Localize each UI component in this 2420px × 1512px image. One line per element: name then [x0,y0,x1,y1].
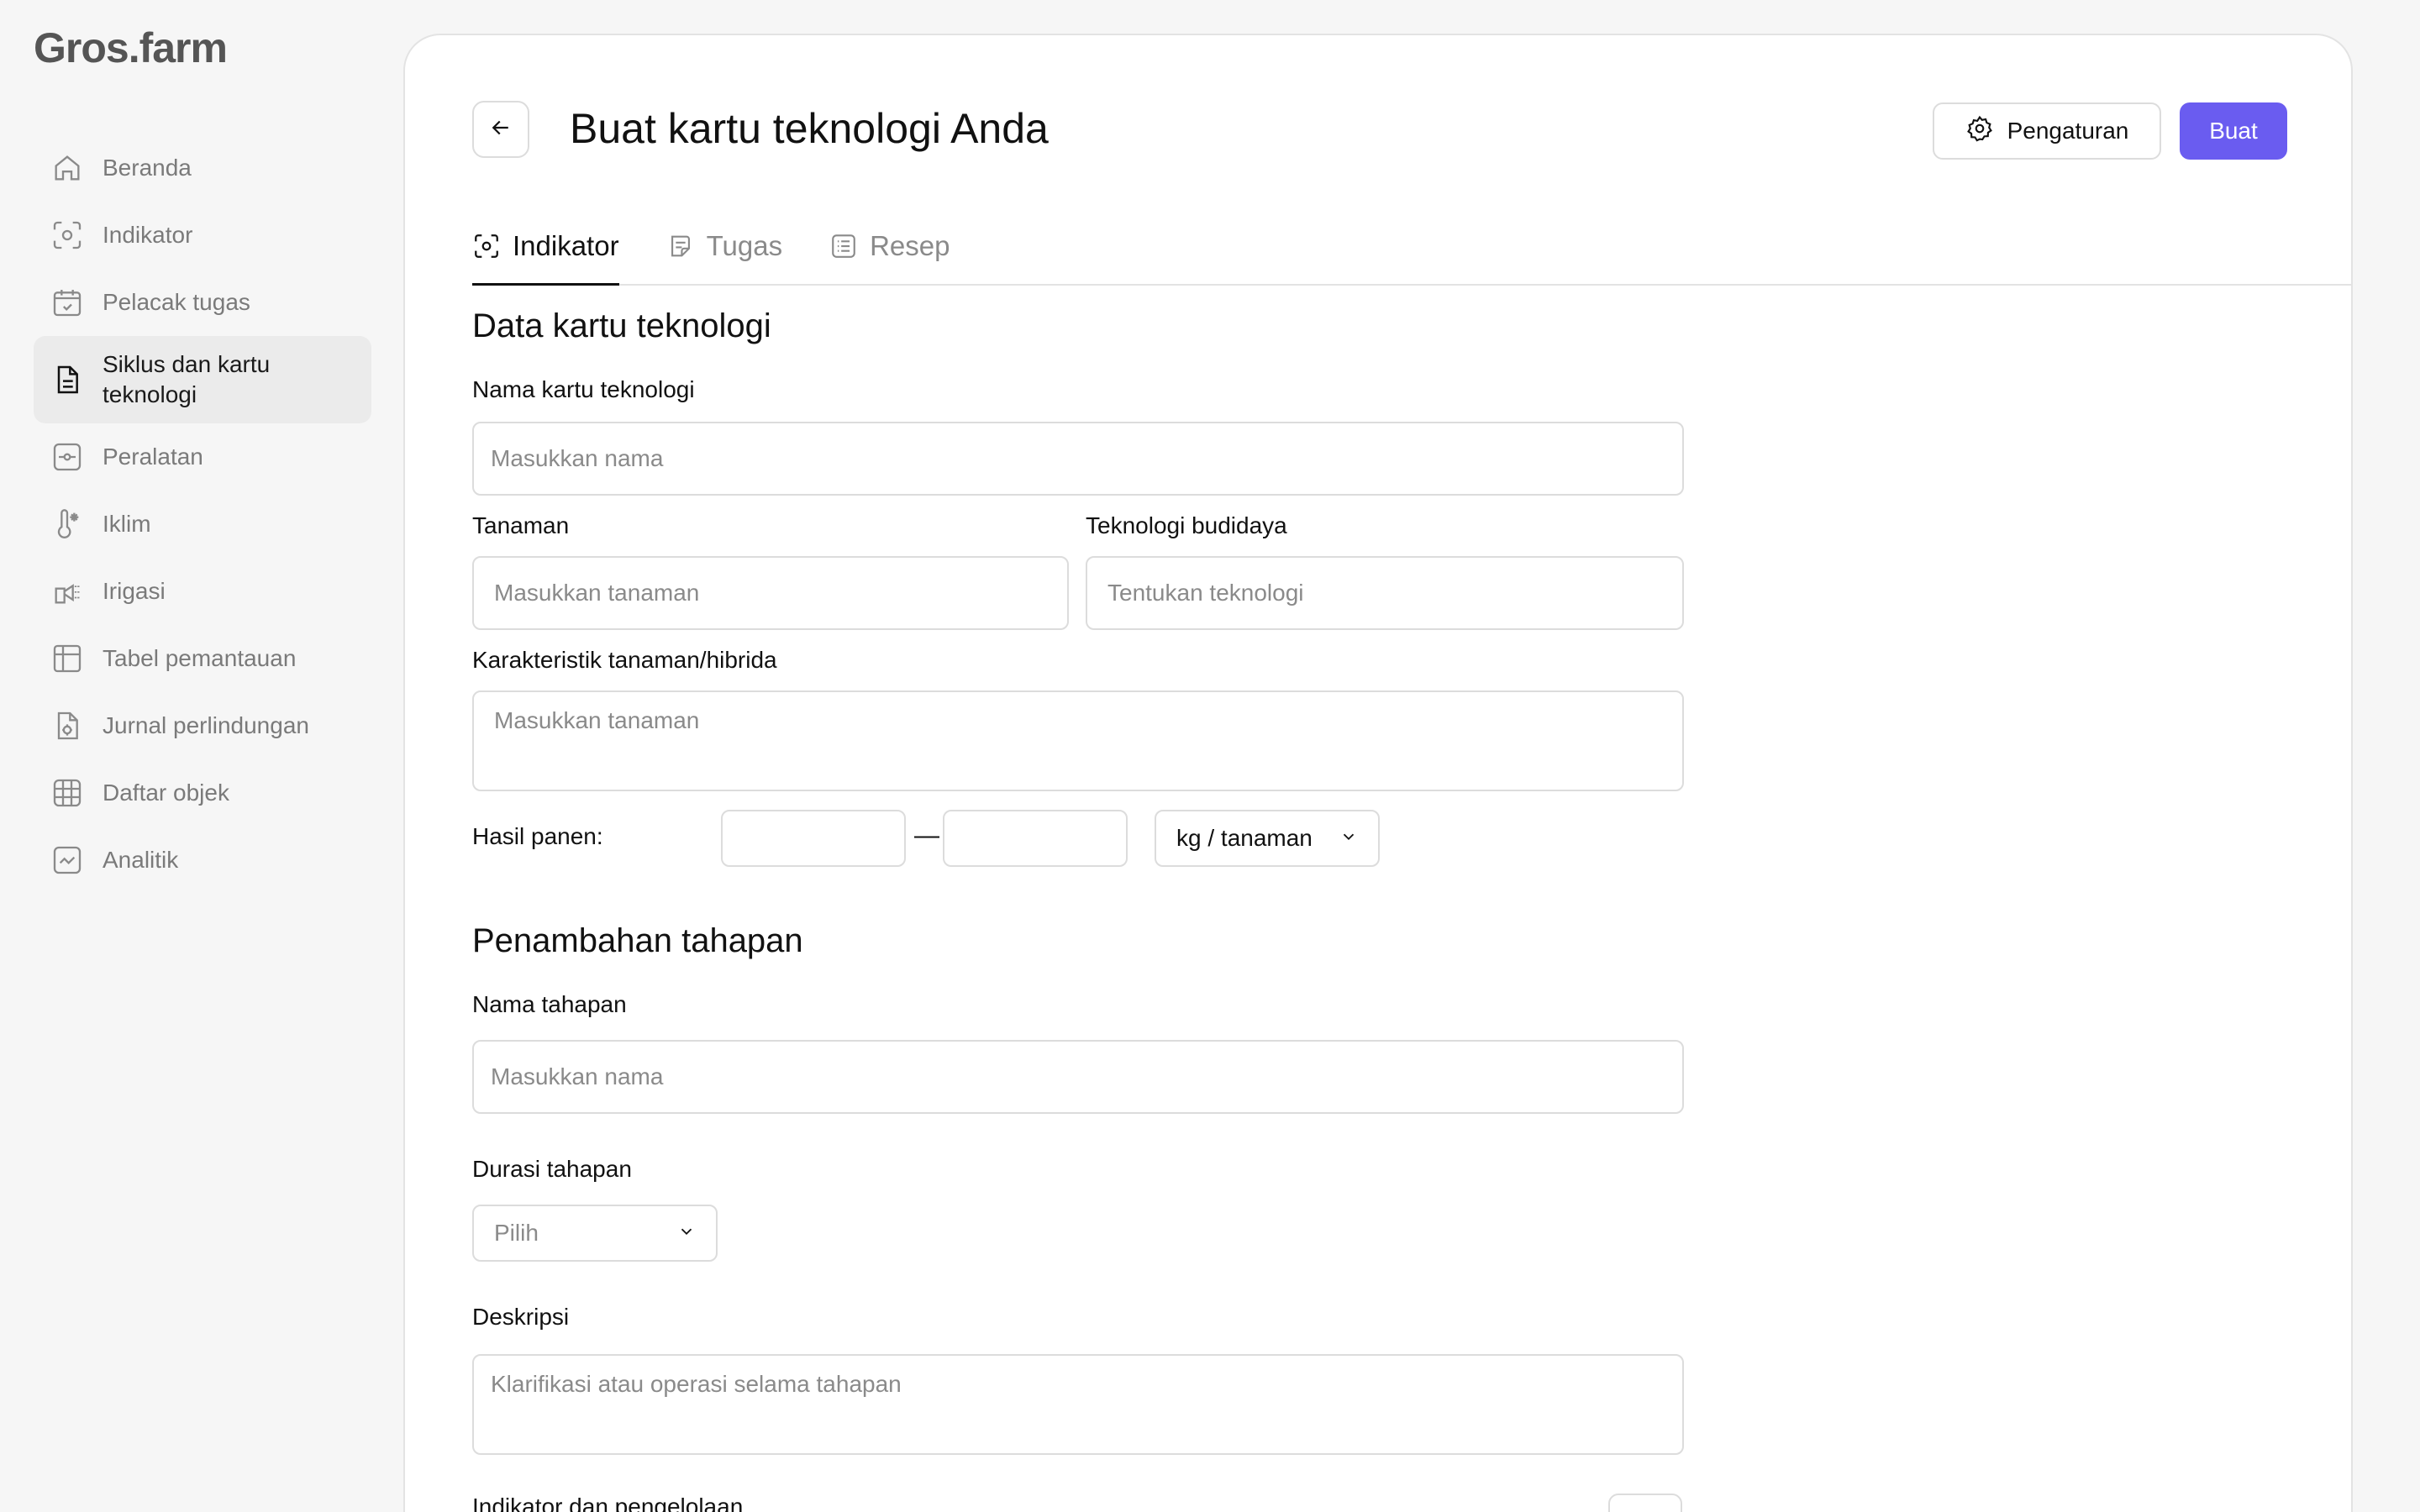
sidebar-item-peralatan[interactable]: Peralatan [34,423,371,491]
plant-label: Tanaman [472,512,570,538]
settings-button[interactable]: Pengaturan [1933,102,2161,160]
stage-name-label: Nama tahapan [472,991,627,1017]
placeholder: Masukkan tanaman [494,707,700,733]
tab-tugas[interactable]: Tugas [666,195,783,284]
grid-icon [50,776,84,810]
sidebar-item-label: Beranda [103,155,192,181]
select-value: Pilih [494,1220,539,1246]
tab-bar: Indikator Tugas Resep [472,195,2351,286]
sidebar-item-label: Jurnal perlindungan [103,712,309,738]
sidebar-item-label: Analitik [103,847,179,873]
description-textarea[interactable]: Klarifikasi atau operasi selama tahapan [472,1354,1684,1455]
tab-label: Indikator [513,230,619,261]
sidebar-item-indikator[interactable]: Indikator [34,202,371,269]
back-button[interactable] [472,101,529,158]
yield-unit-select[interactable]: kg / tanaman [1155,810,1380,867]
tab-indikator[interactable]: Indikator [472,195,619,286]
create-button[interactable]: Buat [2180,102,2287,160]
placeholder: Masukkan nama [491,1063,664,1089]
name-label: Nama kartu teknologi [472,376,695,402]
characteristics-label: Karakteristik tanaman/hibrida [472,647,777,673]
yield-to-input[interactable] [943,810,1128,867]
main-card: Buat kartu teknologi Anda Pengaturan Bua… [403,34,2353,1512]
placeholder: Klarifikasi atau operasi selama tahapan [491,1371,902,1397]
analytics-icon [50,843,84,877]
placeholder: Masukkan nama [491,445,664,471]
section-title-stages: Penambahan tahapan [472,922,803,959]
page-title: Buat kartu teknologi Anda [570,105,1049,152]
tech-label: Teknologi budidaya [1086,512,1287,538]
arrow-left-icon [488,115,513,144]
chevron-down-icon [1339,825,1358,852]
task-note-icon [666,230,695,267]
sidebar-item-tabel-pemantauan[interactable]: Tabel pemantauan [34,625,371,692]
sidebar-nav: Beranda Indikator Pelacak tugas Siklus d… [34,134,371,894]
sidebar-item-label: Indikator [103,222,193,248]
sidebar-item-irigasi[interactable]: Irigasi [34,558,371,625]
sidebar-item-analitik[interactable]: Analitik [34,827,371,894]
stage-duration-label: Durasi tahapan [472,1156,632,1182]
table-icon [50,642,84,675]
yield-label: Hasil panen: [472,823,603,849]
gear-icon [1965,114,1994,149]
app-logo: Gros.farm [34,24,228,71]
sidebar-item-label: Daftar objek [103,780,229,806]
sidebar-item-label: Tabel pemantauan [103,645,297,671]
sidebar-item-label: Pelacak tugas [103,289,250,315]
sidebar-item-label: Irigasi [103,578,166,604]
settings-label: Pengaturan [2007,118,2129,144]
sidebar-item-daftar-objek[interactable]: Daftar objek [34,759,371,827]
placeholder: Masukkan tanaman [494,580,700,606]
tab-label: Tugas [706,230,783,261]
range-separator: — [914,822,939,849]
equipment-icon [50,440,84,474]
indicator-icon [472,230,501,267]
thermometer-icon [50,507,84,541]
sidebar-item-jurnal-perlindungan[interactable]: Jurnal perlindungan [34,692,371,759]
characteristics-textarea[interactable]: Masukkan tanaman [472,690,1684,791]
yield-from-input[interactable] [721,810,906,867]
sidebar-item-siklus[interactable]: Siklus dan kartu teknologi [34,336,371,423]
stage-name-input[interactable]: Masukkan nama [472,1040,1684,1114]
sidebar-item-label: Peralatan [103,444,203,470]
tech-input[interactable]: Tentukan teknologi [1086,556,1684,630]
stage-duration-select[interactable]: Pilih [472,1205,718,1262]
sidebar-item-iklim[interactable]: Iklim [34,491,371,558]
irrigation-icon [50,575,84,608]
select-value: kg / tanaman [1176,825,1313,851]
tech-card-name-input[interactable]: Masukkan nama [472,422,1684,496]
description-label: Deskripsi [472,1304,570,1330]
calendar-check-icon [50,286,84,319]
list-icon [829,230,858,267]
sidebar-item-pelacak-tugas[interactable]: Pelacak tugas [34,269,371,336]
document-icon [50,363,84,396]
placeholder: Tentukan teknologi [1107,580,1304,606]
tab-label: Resep [870,230,950,261]
home-icon [50,151,84,185]
section-title-data: Data kartu teknologi [472,307,771,344]
sidebar-item-label: Siklus dan kartu teknologi [103,351,271,407]
protection-journal-icon [50,709,84,743]
indicators-label: Indikator dan pengelolaan [472,1494,744,1512]
sidebar-item-beranda[interactable]: Beranda [34,134,371,202]
add-indicator-button[interactable] [1608,1494,1682,1512]
indicator-icon [50,218,84,252]
plant-input[interactable]: Masukkan tanaman [472,556,1069,630]
chevron-down-icon [677,1220,696,1247]
tab-resep[interactable]: Resep [829,195,950,284]
sidebar-item-label: Iklim [103,511,151,537]
